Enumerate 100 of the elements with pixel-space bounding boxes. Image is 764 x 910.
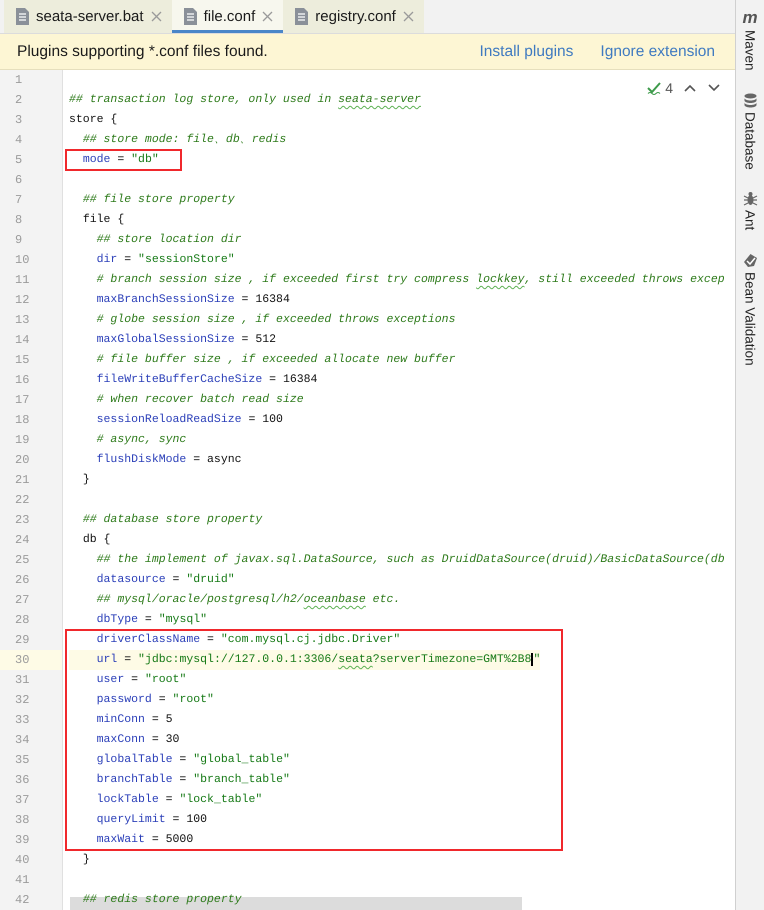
line-number: 10 [15, 253, 30, 267]
document-icon [184, 8, 197, 25]
code-line: } [82, 473, 90, 486]
code-line: maxWait = 5000 [96, 833, 194, 846]
code-line: ## store location dir [96, 233, 242, 246]
code-line: ## database store property [82, 513, 262, 526]
line-number: 23 [15, 513, 30, 527]
line-number: 27 [15, 593, 30, 607]
database-icon [742, 92, 758, 108]
line-number: 40 [15, 853, 30, 867]
line-number: 32 [15, 693, 30, 707]
code-line: # globe session size , if exceeded throws exceptions [96, 313, 456, 326]
line-number: 19 [15, 433, 30, 447]
line-number: 25 [15, 553, 30, 567]
code-line: ## mysql/oracle/postgresql/h2/oceanbase etc. [96, 593, 400, 606]
line-number: 12 [15, 293, 30, 307]
code-line: store { [69, 113, 118, 126]
line-number: 30 [15, 653, 30, 667]
code-line: user = "root" [96, 673, 186, 686]
code-line: # file buffer size , if exceeded allocate new buffer [96, 353, 456, 366]
code-line: # async, sync [96, 433, 186, 446]
code-line: # branch session size , if exceeded first try compress lockkey, still exceeded throws excep [96, 273, 725, 286]
code-line: fileWriteBufferCacheSize = 16384 [96, 373, 318, 386]
line-number: 8 [15, 213, 22, 227]
code-line: ## redis store property [82, 893, 242, 906]
line-number: 3 [15, 113, 22, 127]
line-number: 5 [15, 153, 22, 167]
banner-message: Plugins supporting *.conf files found. [17, 42, 269, 60]
line-number: 7 [15, 193, 22, 207]
close-icon[interactable] [402, 11, 414, 22]
code-line: dir = "sessionStore" [96, 253, 235, 266]
code-line: ## the implement of javax.sql.DataSource, such as DruidDataSource(druid)/BasicDataSource(db [96, 553, 725, 566]
line-number: 26 [15, 573, 30, 587]
code-line: lockTable = "lock_table" [96, 793, 262, 806]
line-number: 34 [15, 733, 30, 747]
document-icon [16, 8, 29, 25]
line-number: 14 [15, 333, 30, 347]
line-number: 28 [15, 613, 30, 627]
line-number: 38 [15, 813, 30, 827]
banner-link[interactable]: Ignore extension [600, 42, 715, 60]
line-number: 42 [15, 893, 30, 907]
code-line: dbType = "mysql" [96, 613, 208, 626]
tool-window-button[interactable]: m Maven [742, 10, 758, 71]
line-number: 41 [15, 873, 30, 887]
code-line: sessionReloadReadSize = 100 [96, 413, 283, 426]
line-number: 17 [15, 393, 30, 407]
line-number: 39 [15, 833, 30, 847]
line-number: 37 [15, 793, 30, 807]
code-line: minConn = 5 [96, 713, 173, 726]
line-number: 2 [15, 93, 22, 107]
line-number: 13 [15, 313, 30, 327]
code-line: maxGlobalSessionSize = 512 [96, 333, 276, 346]
line-number: 16 [15, 373, 30, 387]
line-number: 9 [15, 233, 22, 247]
line-number: 35 [15, 753, 30, 767]
line-number: 36 [15, 773, 30, 787]
banner-link[interactable]: Install plugins [479, 42, 574, 60]
document-icon [295, 8, 308, 25]
code-line: globalTable = "global_table" [96, 753, 290, 766]
code-line: } [82, 853, 90, 866]
line-number: 29 [15, 633, 30, 647]
tool-window-button[interactable]: Ant [742, 191, 758, 231]
code-line: ## file store property [82, 193, 235, 206]
file-tab[interactable]: file.conf [172, 0, 284, 33]
bean-icon [742, 252, 758, 268]
tool-window-button[interactable]: Bean Validation [742, 252, 758, 366]
line-number: 4 [15, 133, 22, 147]
code-line: queryLimit = 100 [96, 813, 208, 826]
line-number: 24 [15, 533, 30, 547]
bug-icon [742, 191, 758, 206]
code-line: ## transaction log store, only used in seata-server [69, 93, 421, 106]
check-icon[interactable] [647, 81, 662, 95]
line-number: 20 [15, 453, 30, 467]
tool-window-button[interactable]: Database [742, 92, 758, 170]
line-number: 15 [15, 353, 30, 367]
line-number: 18 [15, 413, 30, 427]
close-icon[interactable] [262, 11, 274, 22]
line-number: 1 [15, 73, 22, 87]
line-number: 21 [15, 473, 30, 487]
file-tab[interactable]: seata-server.bat [4, 0, 172, 33]
code-line: mode = "db" [82, 153, 159, 166]
inspection-count: 4 [665, 80, 673, 96]
line-number: 11 [15, 273, 30, 287]
line-number: 22 [15, 493, 30, 507]
line-number: 6 [15, 173, 22, 187]
code-line: driverClassName = "com.mysql.cj.jdbc.Driver" [96, 633, 400, 646]
code-line: # when recover batch read size [96, 393, 304, 406]
line-number: 33 [15, 713, 30, 727]
code-line: url = "jdbc:mysql://127.0.0.1:3306/seata?serverTimezone=GMT%2B8 " [96, 653, 540, 666]
code-line: db { [82, 533, 110, 546]
line-number: 31 [15, 673, 30, 687]
code-line: maxBranchSessionSize = 16384 [96, 293, 290, 306]
code-line: datasource = "druid" [96, 573, 235, 586]
code-line: maxConn = 30 [96, 733, 180, 746]
code-line: password = "root" [96, 693, 214, 706]
code-line: file { [82, 213, 124, 226]
code-line: branchTable = "branch_table" [96, 773, 290, 786]
file-tab[interactable]: registry.conf [283, 0, 424, 33]
code-line: flushDiskMode = async [96, 453, 242, 466]
close-icon[interactable] [150, 11, 162, 22]
